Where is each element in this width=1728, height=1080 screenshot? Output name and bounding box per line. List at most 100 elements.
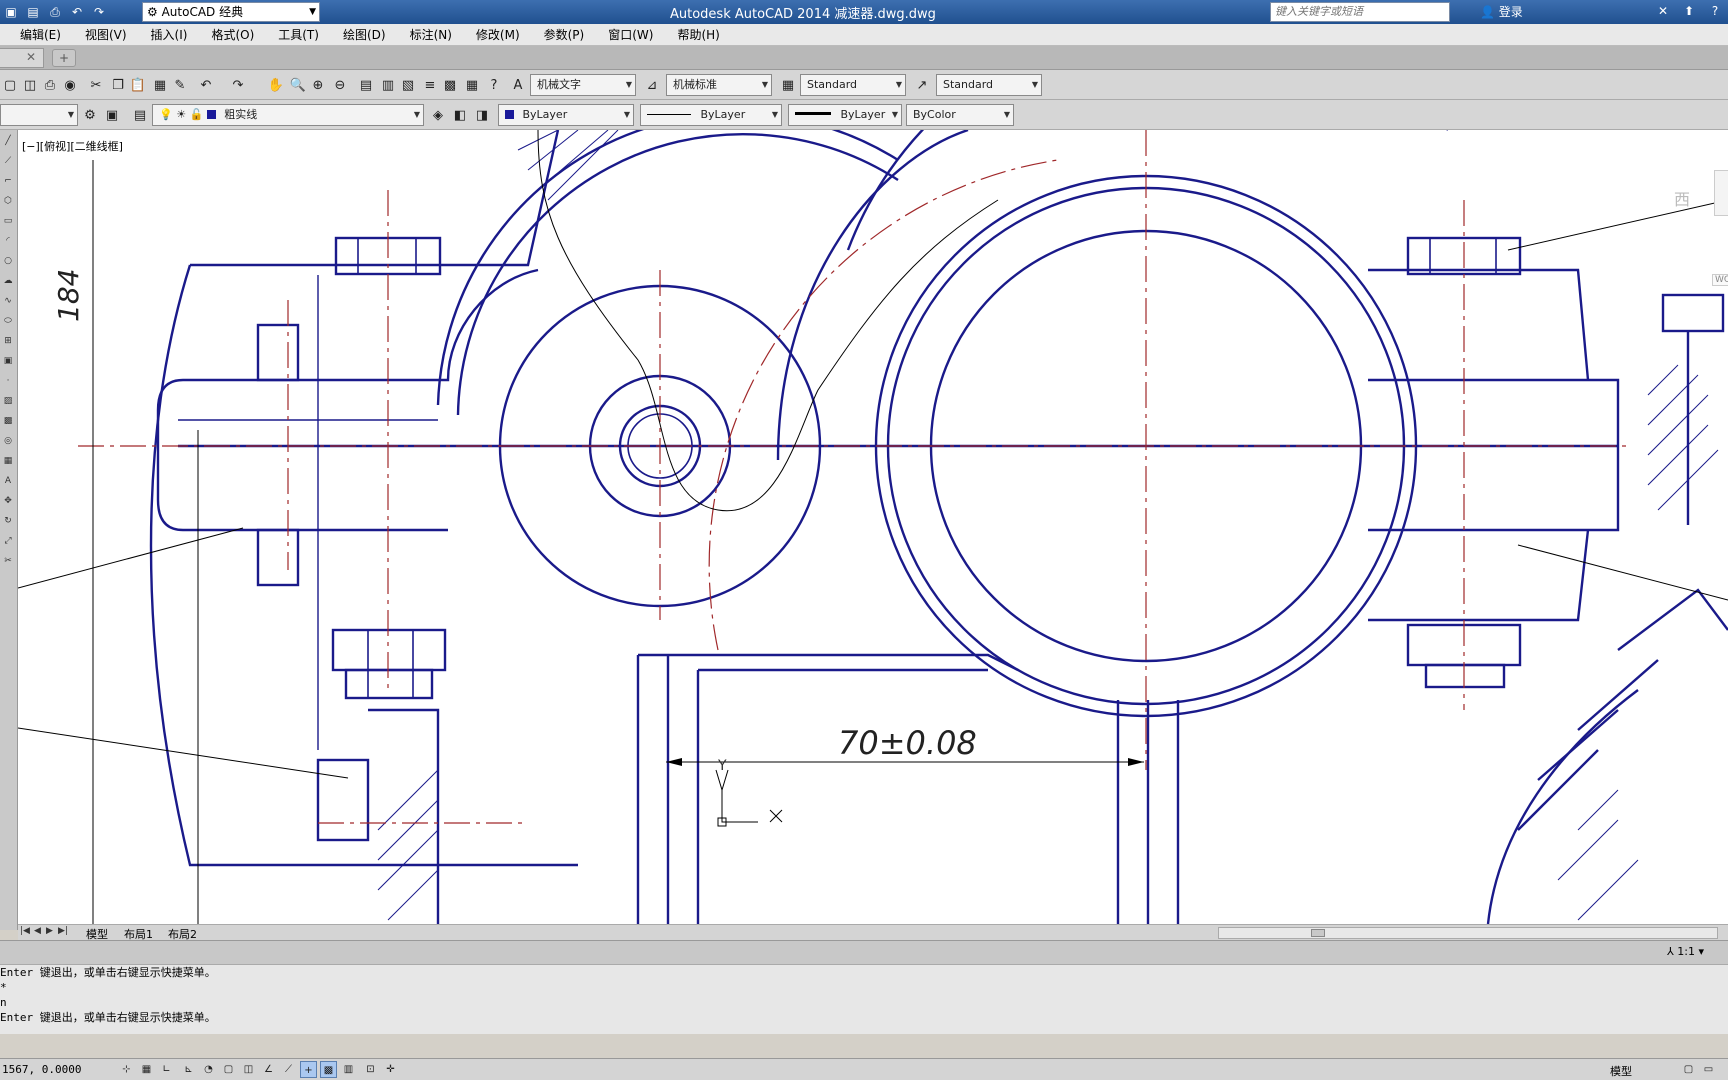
document-tab[interactable]: ✕ (0, 48, 44, 68)
rotate-icon[interactable]: ↻ (1, 514, 15, 528)
layer-previous-icon[interactable]: ◧ (450, 105, 470, 125)
menu-format[interactable]: 格式(O) (199, 24, 266, 46)
dim-style-icon[interactable]: ⊿ (642, 75, 662, 95)
model-space-label[interactable]: 模型 (1610, 1063, 1632, 1079)
arc-icon[interactable]: ◜ (1, 234, 15, 248)
construction-line-icon[interactable]: ⟋ (1, 154, 15, 168)
wcs-label[interactable]: WCS (1712, 274, 1728, 286)
menu-view[interactable]: 视图(V) (73, 24, 139, 46)
gradient-icon[interactable]: ▩ (1, 414, 15, 428)
new-tab-button[interactable]: + (52, 49, 76, 67)
menu-window[interactable]: 窗口(W) (596, 24, 665, 46)
help-icon[interactable]: ? (1706, 2, 1724, 20)
plotstyle-select[interactable]: ByColor ▼ (906, 104, 1014, 126)
table-style-select[interactable]: Standard ▼ (800, 74, 906, 96)
last-layout-icon[interactable]: ▶| (58, 926, 68, 936)
ortho-icon[interactable]: ⊾ (180, 1061, 197, 1078)
plot-icon[interactable]: ⎙ (40, 75, 60, 95)
menu-draw[interactable]: 绘图(D) (331, 24, 398, 46)
otrack-icon[interactable]: ∠ (260, 1061, 277, 1078)
hatch-icon[interactable]: ▨ (1, 394, 15, 408)
multileader-style-icon[interactable]: ↗ (912, 75, 932, 95)
quick-view-drawings-icon[interactable]: ▭ (1700, 1061, 1717, 1078)
menu-insert[interactable]: 插入(I) (139, 24, 200, 46)
grid-icon[interactable]: ▦ (138, 1061, 155, 1078)
ducs-icon[interactable]: ⟋ (280, 1061, 297, 1078)
viewcube-face[interactable] (1714, 170, 1728, 216)
3d-osnap-icon[interactable]: ◫ (240, 1061, 257, 1078)
polyline-icon[interactable]: ⌐ (1, 174, 15, 188)
region-icon[interactable]: ◎ (1, 434, 15, 448)
text-style-icon[interactable]: A (508, 75, 528, 95)
next-layout-icon[interactable]: ▶ (46, 926, 53, 936)
new-icon[interactable]: ▢ (0, 75, 20, 95)
make-current-icon[interactable]: ◈ (428, 105, 448, 125)
layer-settings-icon[interactable]: ⚙ (80, 105, 100, 125)
infer-constraints-icon[interactable]: ⊹ (118, 1061, 135, 1078)
workspace-mini-select[interactable]: ▼ (0, 104, 78, 126)
menu-tools[interactable]: 工具(T) (266, 24, 331, 46)
circle-icon[interactable]: ○ (1, 254, 15, 268)
viewcube[interactable]: 北 西 南 WCS (1658, 130, 1728, 305)
table-style-icon[interactable]: ▦ (778, 75, 798, 95)
lineweight-toggle-icon[interactable]: ▩ (320, 1061, 337, 1078)
linetype-select[interactable]: ByLayer ▼ (640, 104, 782, 126)
zoom-previous-icon[interactable]: ⊖ (330, 75, 350, 95)
mtext-icon[interactable]: A (1, 474, 15, 488)
osnap-icon[interactable]: ▢ (220, 1061, 237, 1078)
menu-parametric[interactable]: 参数(P) (532, 24, 597, 46)
text-style-select[interactable]: 机械文字 ▼ (530, 74, 636, 96)
menu-modify[interactable]: 修改(M) (464, 24, 532, 46)
first-layout-icon[interactable]: |◀ (20, 926, 30, 936)
annotation-scale[interactable]: ⅄ 1:1 ▾ (1667, 945, 1704, 958)
spline-icon[interactable]: ∿ (1, 294, 15, 308)
menu-dimension[interactable]: 标注(N) (398, 24, 464, 46)
paste-icon[interactable]: 📋 (128, 75, 148, 95)
copy-icon[interactable]: ❐ (108, 75, 128, 95)
rectangle-icon[interactable]: ▭ (1, 214, 15, 228)
transparency-icon[interactable]: ▥ (340, 1061, 357, 1078)
login-button[interactable]: 👤 登录 (1480, 3, 1523, 20)
undo-icon[interactable]: ↶ (68, 3, 86, 21)
close-icon[interactable]: ✕ (26, 50, 36, 64)
make-block-icon[interactable]: ▣ (1, 354, 15, 368)
layer-match-icon[interactable]: ◨ (472, 105, 492, 125)
app-menu-icon[interactable]: ▣ (2, 3, 20, 21)
revcloud-icon[interactable]: ☁ (1, 274, 15, 288)
scrollbar-thumb[interactable] (1311, 929, 1325, 937)
line-icon[interactable]: ╱ (1, 134, 15, 148)
selection-cycling-icon[interactable]: ✛ (382, 1061, 399, 1078)
quick-properties-icon[interactable]: ⊡ (362, 1061, 379, 1078)
properties-icon[interactable]: ▤ (356, 75, 376, 95)
layer-select[interactable]: 💡 ☀ 🔓 粗实线 ▼ (152, 104, 424, 126)
prev-layout-icon[interactable]: ◀ (34, 926, 41, 936)
cursor-coordinates[interactable]: 1567, 0.0000 (2, 1063, 81, 1076)
design-center-icon[interactable]: ▥ (378, 75, 398, 95)
polygon-icon[interactable]: ⬡ (1, 194, 15, 208)
zoom-realtime-icon[interactable]: 🔍 (288, 75, 308, 95)
match-properties-icon[interactable]: ▦ (150, 75, 170, 95)
polar-icon[interactable]: ◔ (200, 1061, 217, 1078)
move-icon[interactable]: ✥ (1, 494, 15, 508)
tool-palettes-icon[interactable]: ▧ (398, 75, 418, 95)
trim-icon[interactable]: ✂ (1, 554, 15, 568)
calculator-icon[interactable]: ▦ (462, 75, 482, 95)
quick-view-layouts-icon[interactable]: ▢ (1680, 1061, 1697, 1078)
redo-toolbar-icon[interactable]: ↷ (228, 75, 248, 95)
print-icon[interactable]: ⎙ (46, 3, 64, 21)
autodesk-360-icon[interactable]: ⬆ (1680, 2, 1698, 20)
help-toolbar-icon[interactable]: ? (484, 75, 504, 95)
undo-toolbar-icon[interactable]: ↶ (196, 75, 216, 95)
snap-icon[interactable]: ∟ (158, 1061, 175, 1078)
cut-icon[interactable]: ✂ (86, 75, 106, 95)
open-icon[interactable]: ◫ (20, 75, 40, 95)
sheet-set-icon[interactable]: ≡ (420, 75, 440, 95)
menu-edit[interactable]: 编辑(E) (0, 24, 73, 46)
zoom-window-icon[interactable]: ⊕ (308, 75, 328, 95)
redo-icon[interactable]: ↷ (90, 3, 108, 21)
drawing-viewport[interactable]: [−][俯视][二维线框] 184 70±0.08 Y 北 西 南 WCS (18, 130, 1728, 924)
publish-icon[interactable]: ◉ (60, 75, 80, 95)
menu-help[interactable]: 帮助(H) (665, 24, 731, 46)
color-select[interactable]: ByLayer ▼ (498, 104, 634, 126)
insert-block-icon[interactable]: ⊞ (1, 334, 15, 348)
